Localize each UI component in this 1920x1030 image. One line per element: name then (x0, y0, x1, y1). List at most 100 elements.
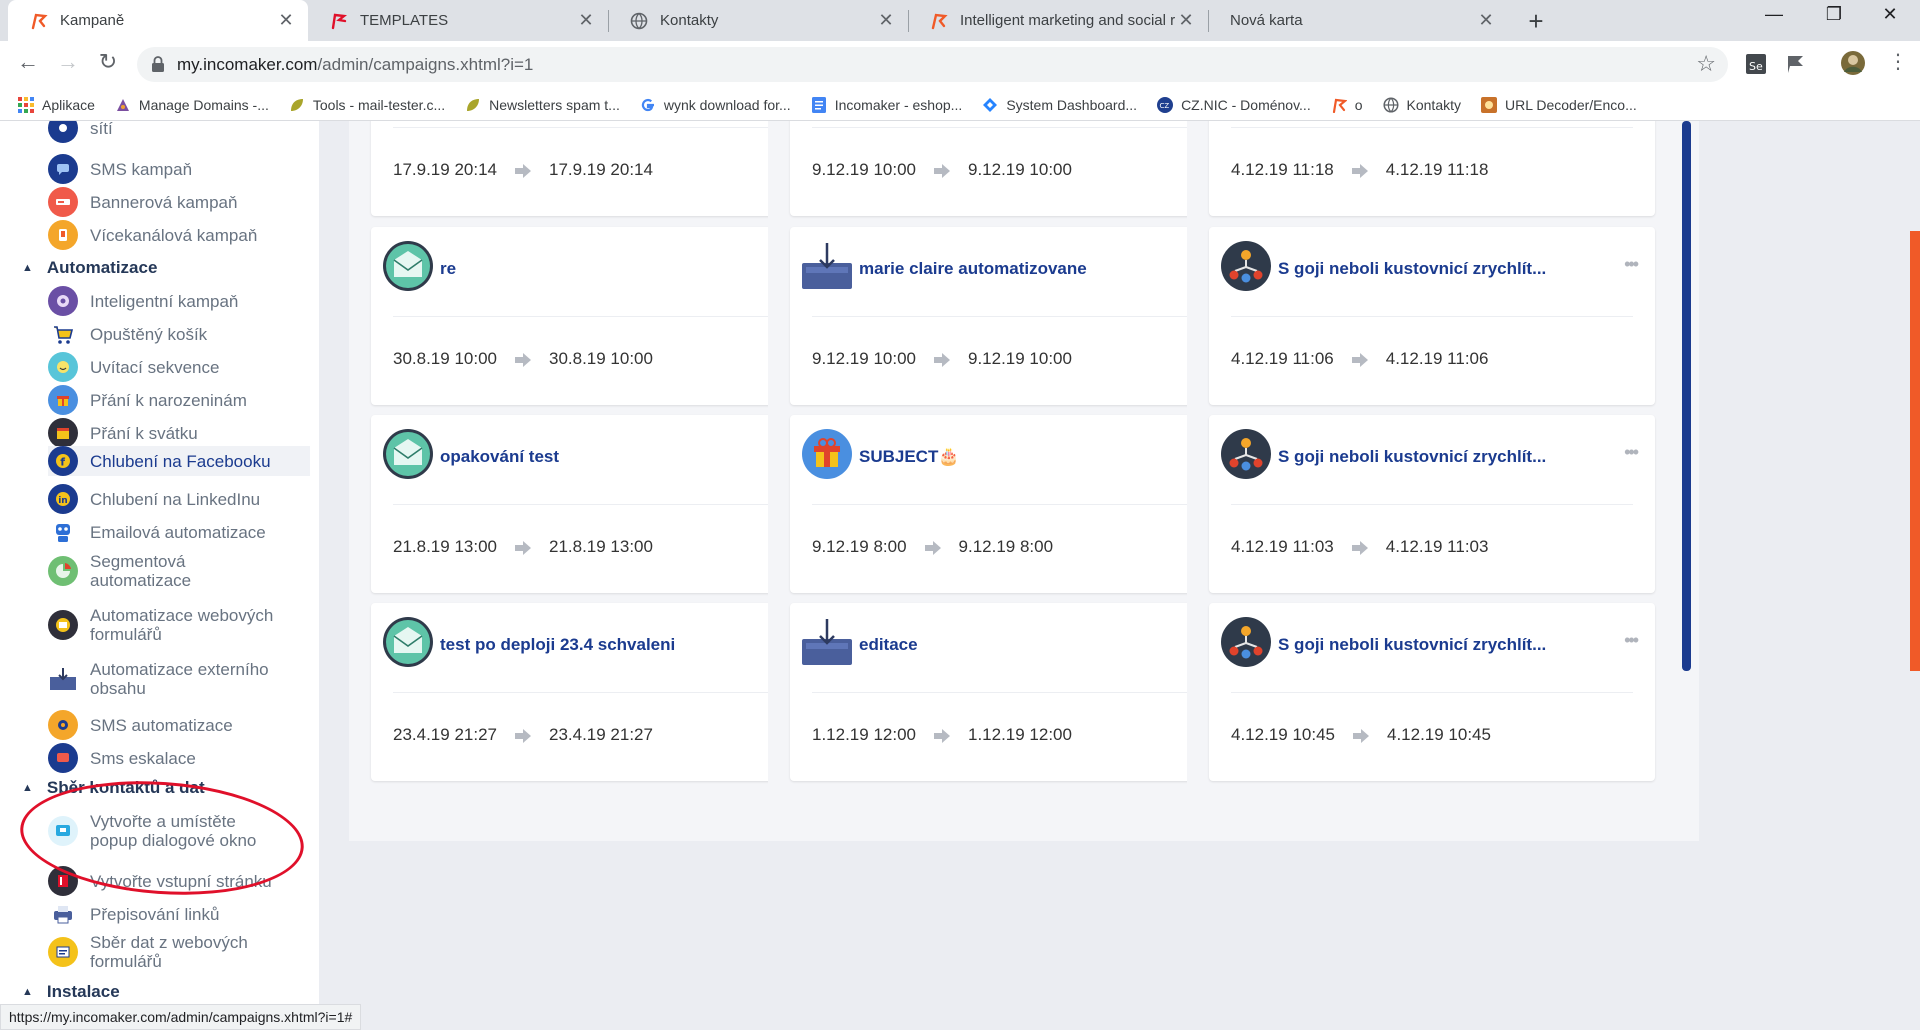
campaign-card[interactable]: test po deploji 23.4 schvaleni•••23.4.19… (371, 603, 817, 781)
forward-button[interactable]: → (52, 49, 84, 75)
campaign-title[interactable]: test po deploji 23.4 schvaleni (440, 635, 675, 655)
minimize-button[interactable]: — (1754, 4, 1794, 25)
leaf-icon (465, 97, 481, 113)
reload-button[interactable]: ↻ (92, 49, 124, 75)
sidebar-item-facebook-boast[interactable]: f Chlubení na Facebooku (48, 446, 310, 476)
tab-kontakty[interactable]: Kontakty ✕ (608, 0, 908, 41)
sms-gear-icon (48, 710, 78, 740)
campaign-dates: 23.4.19 21:27 23.4.19 21:27 (393, 725, 653, 745)
end-date: 4.12.19 11:06 (1385, 349, 1489, 368)
column-scrollbar[interactable] (1682, 121, 1691, 671)
bookmark-apps[interactable]: Aplikace (18, 96, 95, 113)
more-options-icon[interactable]: ••• (1624, 442, 1639, 463)
bookmark-url-decoder[interactable]: URL Decoder/Enco... (1481, 96, 1637, 113)
bookmark-system-dashboard[interactable]: System Dashboard... (982, 97, 1137, 113)
sidebar-item-birthday-wishes[interactable]: Přání k narozeninám (48, 385, 310, 415)
section-instalace[interactable]: ▲ Instalace (22, 982, 120, 1002)
close-window-button[interactable]: ✕ (1870, 4, 1910, 25)
webform-data-icon (48, 937, 78, 967)
campaign-dates: 1.12.19 12:00 1.12.19 12:00 (812, 725, 1072, 745)
sidebar-item-popup-dialog[interactable]: Vytvořte a umístěte popup dialogové okno (48, 812, 310, 850)
start-date: 4.12.19 11:03 (1231, 537, 1334, 556)
sidebar-item-nameday-wishes[interactable]: Přání k svátku (48, 418, 310, 448)
tab-intelligent-marketing[interactable]: Intelligent marketing and social r ✕ (908, 0, 1208, 41)
bookmark-star-icon[interactable]: ☆ (1696, 51, 1716, 77)
campaign-title[interactable]: SUBJECT🎂 (859, 447, 960, 467)
bookmark-kontakty[interactable]: Kontakty (1382, 97, 1461, 113)
campaign-card[interactable]: re•••30.8.19 10:0030.8.19 10:00 (371, 227, 817, 405)
campaign-title[interactable]: marie claire automatizovane (859, 259, 1087, 279)
sidebar-item-segment-automation[interactable]: Segmentová automatizace (48, 552, 310, 590)
campaign-dates: 9.12.19 10:00 9.12.19 10:00 (812, 160, 1072, 180)
close-icon[interactable]: ✕ (276, 10, 296, 31)
sidebar-item-banner-campaign[interactable]: Bannerová kampaň (48, 187, 310, 217)
campaign-title[interactable]: S goji neboli kustovnicí zrychlít... (1278, 447, 1546, 467)
campaign-title[interactable]: re (440, 259, 456, 279)
page-scrollbar[interactable] (1910, 231, 1920, 671)
campaign-title[interactable]: editace (859, 635, 918, 655)
bookmark-o[interactable]: o (1331, 97, 1363, 113)
sidebar-item-linkedin-boast[interactable]: in Chlubení na LinkedInu (48, 484, 310, 514)
address-bar[interactable]: my.incomaker.com/admin/campaigns.xhtml?i… (137, 47, 1728, 82)
sidebar-item-social[interactable]: sítí (48, 121, 310, 143)
card-divider (1231, 316, 1633, 317)
sidebar-item-webform-data[interactable]: Sběr dat z webových formulářů (48, 933, 310, 971)
campaign-card[interactable]: opakování test•••21.8.19 13:0021.8.19 13… (371, 415, 817, 593)
campaign-card[interactable]: test po deploji ke schvaleni•••17.9.19 2… (371, 121, 817, 216)
sidebar-item-label: sítí (90, 121, 113, 138)
close-icon[interactable]: ✕ (1176, 10, 1196, 31)
campaign-title[interactable]: S goji neboli kustovnicí zrychlít... (1278, 635, 1546, 655)
bookmark-cznic[interactable]: CZ CZ.NIC - Doménov... (1157, 96, 1311, 113)
tab-kampane[interactable]: Kampaně ✕ (8, 0, 308, 41)
new-tab-button[interactable]: + (1521, 6, 1551, 37)
bookmark-manage-domains[interactable]: Manage Domains -... (115, 97, 269, 113)
bookmark-mail-tester[interactable]: Tools - mail-tester.c... (289, 97, 445, 113)
sidebar-item-landing-page[interactable]: Vytvořte vstupní stránku (48, 866, 310, 896)
sidebar-item-abandoned-cart[interactable]: Opuštěný košík (48, 319, 310, 349)
sidebar: sítí SMS kampaň Bannerová kampaň Vícekan… (0, 121, 319, 1010)
close-icon[interactable]: ✕ (576, 10, 596, 31)
campaign-title[interactable]: opakování test (440, 447, 559, 467)
campaign-card[interactable]: SUBJECT🎂•••9.12.19 8:009.12.19 8:00 (790, 415, 1236, 593)
section-sber-kontaktu[interactable]: ▲ Sběr kontaktů a dat (22, 778, 205, 798)
selenium-extension-icon[interactable]: Se (1745, 53, 1767, 80)
close-icon[interactable]: ✕ (876, 10, 896, 31)
campaign-card[interactable]: S goji neboli kustovnicí zrychlít... ••• 4… (1209, 415, 1655, 593)
campaign-dates: 17.9.19 20:14 17.9.19 20:14 (393, 160, 653, 180)
section-automatizace[interactable]: ▲ Automatizace (22, 258, 157, 278)
sidebar-item-sms-automation[interactable]: SMS automatizace (48, 710, 310, 740)
sidebar-item-link-rewriting[interactable]: Přepisování linků (48, 899, 310, 929)
campaign-card[interactable]: S goji neboli kustovnicí zrychlít...•••4… (1209, 603, 1655, 781)
end-date: 4.12.19 11:18 (1385, 160, 1489, 179)
profile-avatar[interactable] (1840, 50, 1866, 81)
sidebar-item-email-automation[interactable]: Emailová automatizace (48, 517, 310, 547)
menu-dots-icon[interactable]: ⋮ (1888, 49, 1908, 74)
campaign-card[interactable]: S goji neboli kustovnicí zrychlít...•••4… (1209, 121, 1655, 216)
back-button[interactable]: ← (12, 49, 44, 75)
bookmarks-bar: Aplikace Manage Domains -... Tools - mai… (0, 89, 1920, 121)
more-options-icon[interactable]: ••• (1624, 630, 1639, 651)
tab-templates[interactable]: TEMPLATES ✕ (308, 0, 608, 41)
maximize-button[interactable]: ❐ (1814, 4, 1854, 25)
segment-icon (1221, 429, 1271, 479)
sidebar-item-intelligent-campaign[interactable]: Inteligentní kampaň (48, 286, 310, 316)
close-icon[interactable]: ✕ (1476, 10, 1496, 31)
domains-icon (115, 97, 131, 113)
sidebar-item-external-content-automation[interactable]: Automatizace externího obsahu (48, 660, 310, 698)
sidebar-item-sms-campaign[interactable]: SMS kampaň (48, 154, 310, 184)
campaign-card[interactable]: test energie plus banner•••9.12.19 10:00… (790, 121, 1236, 216)
sidebar-item-webform-automation[interactable]: Automatizace webových formulářů (48, 606, 310, 644)
bookmark-wynk[interactable]: wynk download for... (640, 97, 791, 113)
campaign-card[interactable]: marie claire automatizovane•••9.12.19 10… (790, 227, 1236, 405)
more-options-icon[interactable]: ••• (1624, 254, 1639, 275)
sidebar-item-welcome-sequence[interactable]: Uvítací sekvence (48, 352, 310, 382)
extension-flag-icon[interactable] (1785, 53, 1807, 80)
campaign-title[interactable]: S goji neboli kustovnicí zrychlít... (1278, 259, 1546, 279)
sidebar-item-sms-escalation[interactable]: Sms eskalace (48, 743, 310, 773)
bookmark-incomaker-eshop[interactable]: Incomaker - eshop... (811, 96, 962, 113)
bookmark-newsletters[interactable]: Newsletters spam t... (465, 97, 620, 113)
sidebar-item-multichannel-campaign[interactable]: Vícekanálová kampaň (48, 220, 310, 250)
tab-nova-karta[interactable]: Nová karta ✕ (1208, 0, 1508, 41)
campaign-card[interactable]: editace•••1.12.19 12:001.12.19 12:00 (790, 603, 1236, 781)
campaign-card[interactable]: S goji neboli kustovnicí zrychlít... ••• 4… (1209, 227, 1655, 405)
